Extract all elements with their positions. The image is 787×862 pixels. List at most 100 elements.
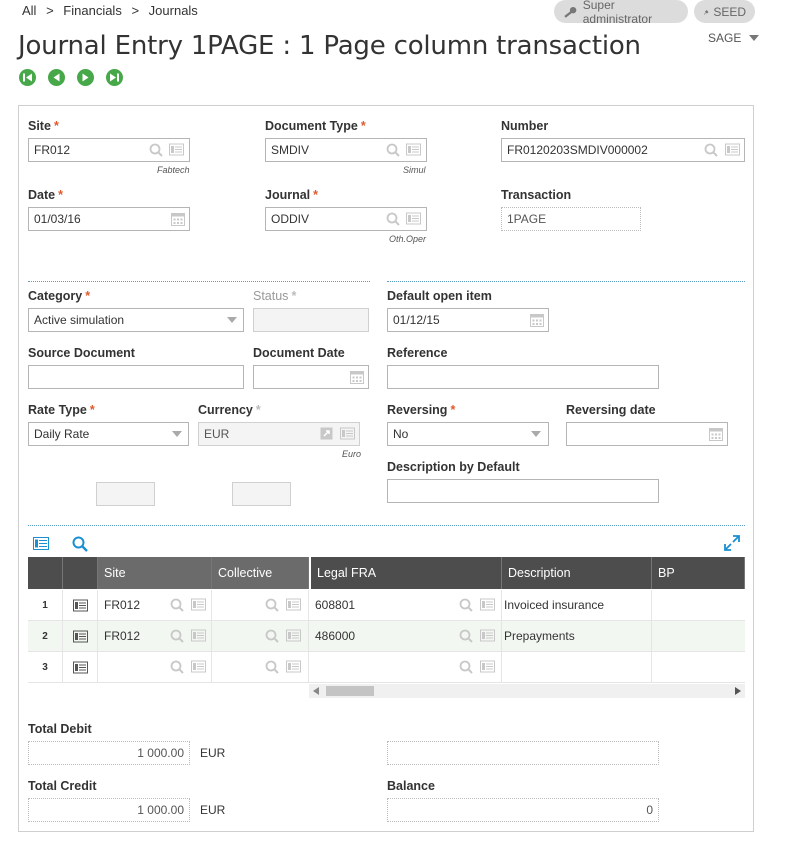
first-icon [23, 73, 32, 82]
first-record-button[interactable] [19, 69, 36, 86]
table-row[interactable]: 3 [28, 652, 745, 683]
site-field[interactable]: FR012 [28, 138, 190, 162]
calendar-icon[interactable] [709, 427, 723, 441]
search-icon[interactable] [704, 143, 718, 157]
breadcrumb-all[interactable]: All [22, 3, 36, 18]
expand-icon[interactable] [724, 535, 740, 551]
scroll-left-icon[interactable] [313, 687, 319, 695]
detail-icon[interactable] [286, 598, 301, 611]
detail-icon[interactable] [191, 629, 206, 642]
grid-header-legal-fra[interactable]: Legal FRA [309, 557, 502, 589]
row-detail-cell[interactable] [63, 621, 98, 651]
detail-icon[interactable] [406, 143, 421, 156]
reversing-date-field[interactable] [566, 422, 728, 446]
detail-icon[interactable] [480, 660, 495, 673]
detail-icon[interactable] [286, 660, 301, 673]
calendar-icon[interactable] [530, 313, 544, 327]
document-date-field[interactable] [253, 365, 369, 389]
detail-icon[interactable] [340, 427, 355, 440]
reversing-select[interactable]: No [387, 422, 549, 446]
source-document-field[interactable] [28, 365, 244, 389]
site-cell[interactable]: FR012 [98, 590, 212, 620]
detail-icon[interactable] [191, 660, 206, 673]
table-row[interactable]: 2 FR012 486000 Prepayments [28, 621, 745, 652]
search-icon[interactable] [459, 629, 473, 643]
grid-header-bp[interactable]: BP [652, 557, 745, 589]
detail-icon[interactable] [480, 629, 495, 642]
description-cell[interactable]: Invoiced insurance [502, 590, 652, 620]
rate-type-label: Rate Type * [28, 403, 95, 417]
journal-description: Oth.Oper [389, 234, 427, 244]
last-record-button[interactable] [106, 69, 123, 86]
legal-fra-cell[interactable]: 608801 [309, 590, 502, 620]
grid-detail-icon[interactable] [33, 537, 49, 550]
search-icon[interactable] [265, 660, 279, 674]
search-icon[interactable] [170, 660, 184, 674]
description-cell[interactable] [502, 652, 652, 682]
search-icon[interactable] [149, 143, 163, 157]
detail-icon[interactable] [480, 598, 495, 611]
search-icon[interactable] [265, 629, 279, 643]
detail-icon[interactable] [286, 629, 301, 642]
rate-type-select[interactable]: Daily Rate [28, 422, 189, 446]
legal-fra-cell[interactable]: 486000 [309, 621, 502, 651]
search-icon[interactable] [459, 598, 473, 612]
detail-icon[interactable] [191, 598, 206, 611]
detail-icon[interactable] [406, 212, 421, 225]
detail-icon[interactable] [169, 143, 184, 156]
date-field[interactable]: 01/03/16 [28, 207, 190, 231]
description-default-field[interactable] [387, 479, 659, 503]
blank-field [96, 482, 155, 506]
table-row[interactable]: 1 FR012 608801 Invoiced insurance [28, 590, 745, 621]
grid-header-collective[interactable]: Collective [212, 557, 309, 589]
number-field[interactable]: FR0120203SMDIV000002 [501, 138, 745, 162]
collective-cell[interactable] [212, 652, 309, 682]
grid-header-description[interactable]: Description [502, 557, 652, 589]
row-detail-icon[interactable] [72, 661, 88, 674]
bp-cell[interactable] [652, 652, 745, 682]
collective-cell[interactable] [212, 621, 309, 651]
scrollbar-thumb[interactable] [326, 686, 374, 696]
search-icon[interactable] [386, 143, 400, 157]
horizontal-scrollbar[interactable] [309, 684, 745, 698]
site-cell[interactable] [98, 652, 212, 682]
link-icon[interactable] [320, 427, 333, 440]
detail-icon[interactable] [725, 143, 740, 156]
calendar-icon[interactable] [171, 212, 185, 226]
grid-header-site[interactable]: Site [98, 557, 212, 589]
sage-menu[interactable]: SAGE [708, 31, 759, 45]
legal-fra-cell[interactable] [309, 652, 502, 682]
default-open-item-field[interactable]: 01/12/15 [387, 308, 549, 332]
search-icon[interactable] [265, 598, 279, 612]
row-detail-icon[interactable] [72, 630, 88, 643]
breadcrumb-financials[interactable]: Financials [63, 3, 122, 18]
user-button[interactable]: Super administrator [554, 0, 688, 26]
document-type-field[interactable]: SMDIV [265, 138, 427, 162]
bp-cell[interactable] [652, 621, 745, 651]
next-record-button[interactable] [77, 69, 94, 86]
description-cell[interactable]: Prepayments [502, 621, 652, 651]
row-detail-cell[interactable] [63, 652, 98, 682]
default-open-item-value: 01/12/15 [393, 313, 440, 327]
collective-cell[interactable] [212, 590, 309, 620]
search-icon[interactable] [170, 598, 184, 612]
journal-field[interactable]: ODDIV [265, 207, 427, 231]
search-icon[interactable] [386, 212, 400, 226]
balance-field: 0 [387, 798, 659, 822]
reference-field[interactable] [387, 365, 659, 389]
category-select[interactable]: Active simulation [28, 308, 244, 332]
calendar-icon[interactable] [350, 370, 364, 384]
breadcrumb-journals[interactable]: Journals [149, 3, 198, 18]
folder-button[interactable]: SEED [694, 0, 755, 23]
row-detail-cell[interactable] [63, 590, 98, 620]
search-icon[interactable] [170, 629, 184, 643]
scroll-right-icon[interactable] [735, 687, 741, 695]
search-icon[interactable] [459, 660, 473, 674]
site-cell[interactable]: FR012 [98, 621, 212, 651]
total-debit-currency: EUR [200, 746, 226, 760]
status-field [253, 308, 369, 332]
previous-record-button[interactable] [48, 69, 65, 86]
row-detail-icon[interactable] [72, 599, 88, 612]
grid-search-icon[interactable] [72, 536, 88, 552]
bp-cell[interactable] [652, 590, 745, 620]
